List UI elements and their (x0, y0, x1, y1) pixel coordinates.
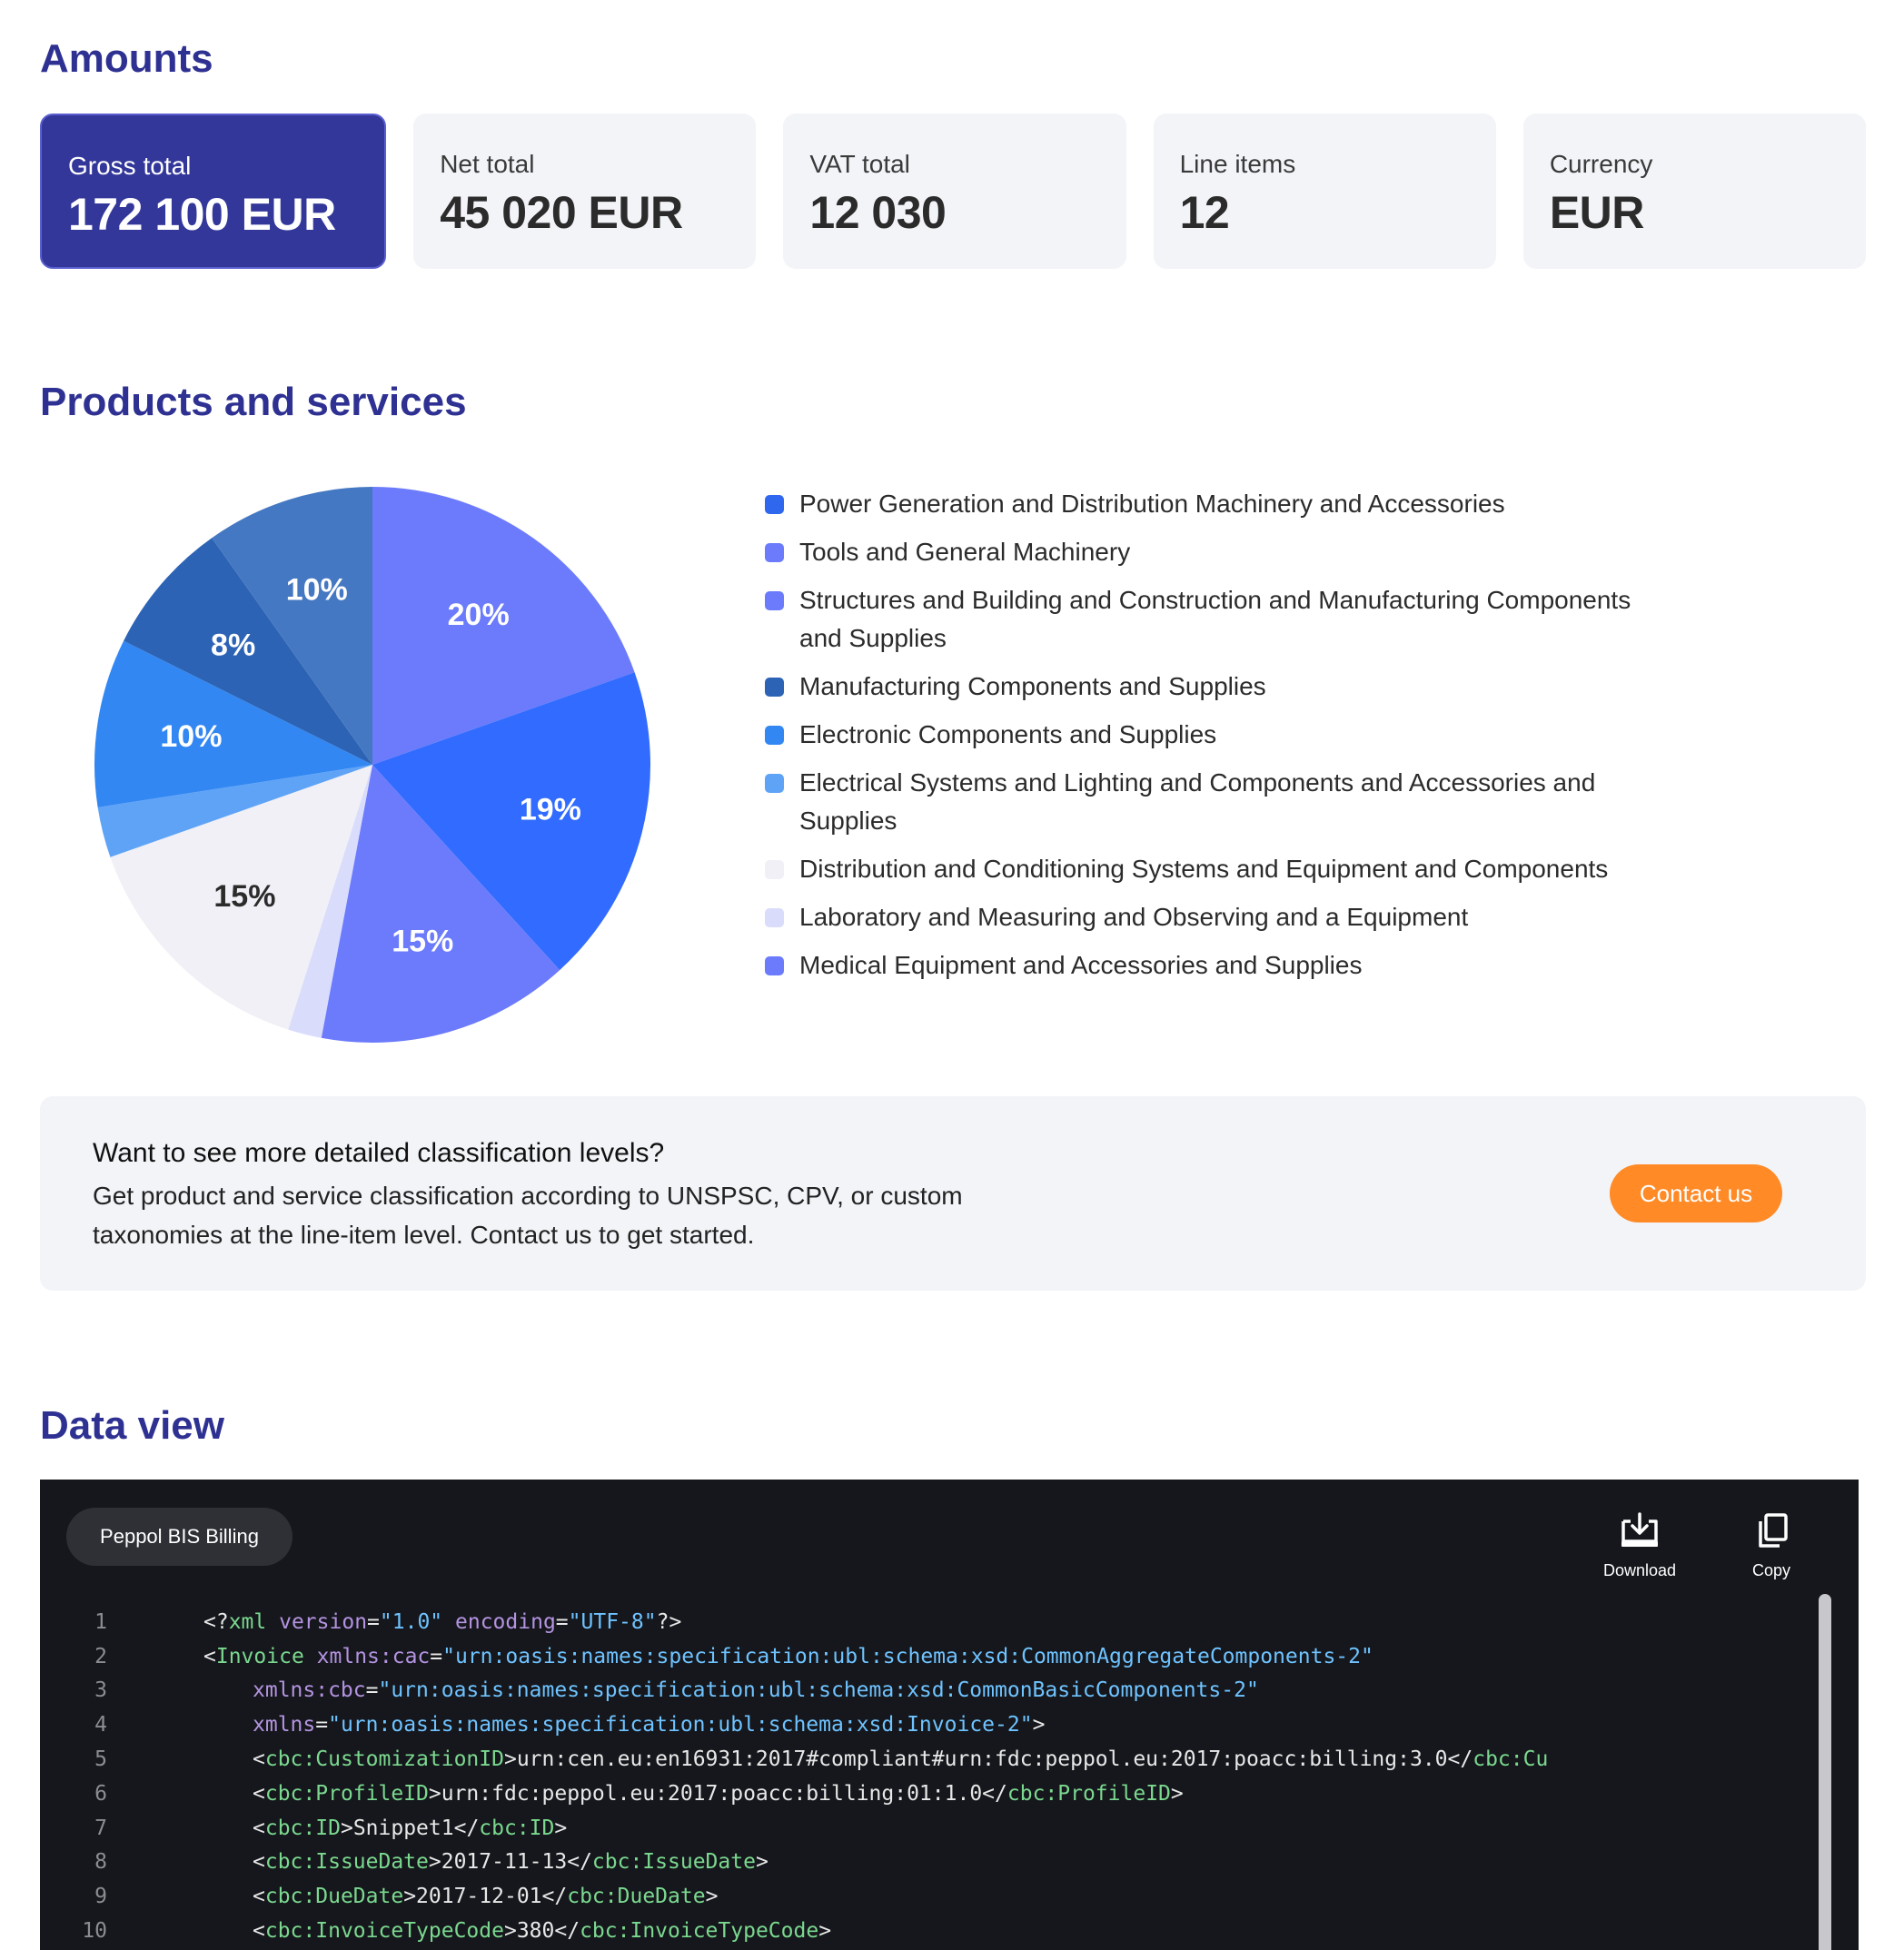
pie-slice-label: 10% (286, 573, 348, 608)
code-scrollbar[interactable] (1819, 1594, 1831, 1950)
net-total-card: Net total 45 020 EUR (413, 114, 757, 269)
copy-icon (1759, 1512, 1788, 1548)
code-text: <cbc:ID>Snippet1</cbc:ID> (253, 1816, 568, 1840)
pie-legend: Power Generation and Distribution Machin… (765, 490, 1673, 1000)
legend-label: Medical Equipment and Accessories and Su… (799, 951, 1363, 979)
pie-slice-label: 10% (160, 719, 222, 754)
pie-slice-label: 15% (213, 879, 275, 914)
download-button[interactable]: Download (1590, 1505, 1690, 1587)
code-line: 4 xmlns="urn:oasis:names:specification:ub… (40, 1707, 1548, 1742)
gross-total-card: Gross total 172 100 EUR (40, 114, 387, 269)
products-title: Products and services (40, 380, 467, 424)
legend-item[interactable]: Medical Equipment and Accessories and Su… (765, 951, 1673, 985)
code-line: 9 <cbc:DueDate>2017-12-01</cbc:DueDate> (40, 1879, 1548, 1914)
legend-label: Structures and Building and Construction… (799, 586, 1631, 652)
code-line: 10 <cbc:InvoiceTypeCode>380</cbc:InvoiceT… (40, 1914, 1548, 1948)
currency-card: Currency EUR (1522, 114, 1867, 269)
code-text: <cbc:InvoiceTypeCode>380</cbc:InvoiceTyp… (253, 1919, 832, 1944)
card-label: VAT total (809, 150, 910, 178)
format-selector-peppol[interactable]: Peppol BIS Billing (66, 1508, 293, 1566)
legend-swatch (765, 591, 784, 610)
legend-item[interactable]: Structures and Building and Construction… (765, 586, 1673, 658)
code-line: 6 <cbc:ProfileID>urn:fdc:peppol.eu:2017:p… (40, 1777, 1548, 1811)
legend-swatch (765, 495, 784, 514)
line-number: 5 (94, 1747, 107, 1772)
data-view-title: Data view (40, 1403, 224, 1448)
amount-cards: Gross total 172 100 EUR Net total 45 020… (40, 114, 1867, 269)
products-pie-chart: 20% 19% 15% 15% 10% 8% 10% (94, 487, 651, 1043)
line-number: 1 (94, 1609, 107, 1634)
card-label: Line items (1179, 150, 1296, 178)
legend-label: Laboratory and Measuring and Observing a… (799, 903, 1469, 931)
promo-text: Get product and service classification a… (93, 1182, 963, 1249)
legend-item[interactable]: Distribution and Conditioning Systems an… (765, 855, 1673, 888)
legend-item[interactable]: Manufacturing Components and Supplies (765, 672, 1673, 706)
copy-label: Copy (1751, 1560, 1791, 1579)
download-label: Download (1602, 1560, 1677, 1579)
card-label: Currency (1549, 150, 1653, 178)
code-text: <cbc:CustomizationID>urn:cen.eu:en16931:… (253, 1747, 1549, 1772)
line-number: 9 (94, 1885, 107, 1909)
legend-swatch (765, 726, 784, 745)
line-number: 4 (94, 1713, 107, 1737)
line-number: 3 (94, 1678, 107, 1703)
legend-item[interactable]: Tools and General Machinery (765, 538, 1673, 571)
code-text: xmlns:cbc="urn:oasis:names:specification… (253, 1678, 1259, 1703)
line-number: 6 (94, 1781, 107, 1806)
pie-slice-label: 19% (520, 792, 581, 827)
legend-label: Distribution and Conditioning Systems an… (799, 855, 1609, 883)
card-value: 12 (1179, 187, 1230, 238)
code-text: <?xml version="1.0" encoding="UTF-8"?> (203, 1609, 682, 1634)
legend-label: Electrical Systems and Lighting and Comp… (799, 768, 1596, 835)
copy-button[interactable]: Copy (1721, 1505, 1821, 1587)
code-line: 1 <?xml version="1.0" encoding="UTF-8"?> (40, 1605, 1548, 1639)
card-value: 172 100 EUR (68, 189, 336, 240)
xml-code-view: 1 <?xml version="1.0" encoding="UTF-8"?> 2… (40, 1605, 1548, 1948)
code-line: 5 <cbc:CustomizationID>urn:cen.eu:en16931… (40, 1742, 1548, 1777)
legend-item[interactable]: Electronic Components and Supplies (765, 720, 1673, 754)
legend-label: Manufacturing Components and Supplies (799, 672, 1266, 700)
download-icon (1621, 1511, 1658, 1547)
amounts-title: Amounts (40, 36, 213, 81)
legend-label: Tools and General Machinery (799, 538, 1131, 566)
line-items-card: Line items 12 (1153, 114, 1496, 269)
code-panel: Peppol BIS Billing Download Copy 1 <?xml … (40, 1480, 1859, 1950)
pie-slice-label: 8% (211, 629, 255, 663)
legend-swatch (765, 774, 784, 793)
code-line: 2 <Invoice xmlns:cac="urn:oasis:names:spe… (40, 1639, 1548, 1674)
card-label: Gross total (68, 152, 192, 180)
pie-slice-label: 15% (392, 924, 453, 958)
code-text: <cbc:IssueDate>2017-11-13</cbc:IssueDate… (253, 1850, 769, 1875)
contact-us-button[interactable]: Contact us (1610, 1164, 1782, 1222)
legend-label: Electronic Components and Supplies (799, 720, 1217, 748)
legend-label: Power Generation and Distribution Machin… (799, 490, 1505, 518)
legend-item[interactable]: Laboratory and Measuring and Observing a… (765, 903, 1673, 936)
legend-swatch (765, 908, 784, 927)
card-value: EUR (1549, 187, 1645, 238)
line-number: 10 (82, 1919, 107, 1944)
card-label: Net total (440, 150, 535, 178)
line-number: 8 (94, 1850, 107, 1875)
code-text: xmlns="urn:oasis:names:specification:ubl… (253, 1713, 1046, 1737)
legend-item[interactable]: Electrical Systems and Lighting and Comp… (765, 768, 1673, 840)
promo-title: Want to see more detailed classification… (93, 1138, 665, 1168)
code-line: 7 <cbc:ID>Snippet1</cbc:ID> (40, 1811, 1548, 1846)
classification-promo-banner: Want to see more detailed classification… (40, 1096, 1866, 1291)
code-line: 3 xmlns:cbc="urn:oasis:names:specificatio… (40, 1674, 1548, 1708)
legend-swatch (765, 678, 784, 697)
code-text: <cbc:ProfileID>urn:fdc:peppol.eu:2017:po… (253, 1781, 1184, 1806)
card-value: 45 020 EUR (440, 187, 683, 238)
code-text: <Invoice xmlns:cac="urn:oasis:names:spec… (203, 1644, 1373, 1668)
legend-item[interactable]: Power Generation and Distribution Machin… (765, 490, 1673, 523)
vat-total-card: VAT total 12 030 (783, 114, 1126, 269)
code-line: 8 <cbc:IssueDate>2017-11-13</cbc:IssueDat… (40, 1846, 1548, 1880)
card-value: 12 030 (809, 187, 947, 238)
pie-slice-label: 20% (448, 598, 510, 632)
line-number: 2 (94, 1644, 107, 1668)
legend-swatch (765, 543, 784, 562)
legend-swatch (765, 956, 784, 975)
legend-swatch (765, 860, 784, 879)
line-number: 7 (94, 1816, 107, 1840)
code-text: <cbc:DueDate>2017-12-01</cbc:DueDate> (253, 1885, 719, 1909)
